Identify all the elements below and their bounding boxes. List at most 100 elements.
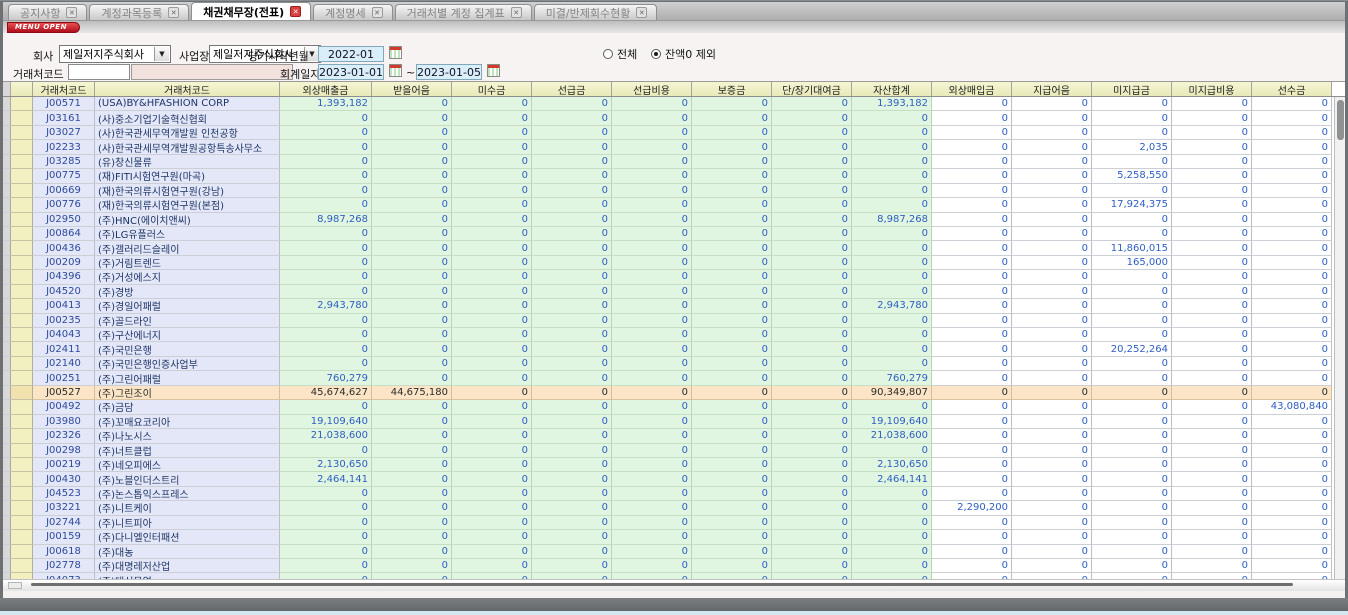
table-row[interactable]: J03980(주)꼬매요코리아19,109,64000000019,109,64… xyxy=(3,415,1334,429)
table-row[interactable]: J03221(주)니트케이000000002,290,2000000 xyxy=(3,501,1334,515)
tab-3[interactable]: 계정명세✕ xyxy=(313,4,392,20)
date-from-input[interactable]: 2023-01-01 xyxy=(318,64,384,80)
table-row[interactable]: J00492(주)금담00000000000043,080,840 xyxy=(3,400,1334,414)
calendar-icon[interactable] xyxy=(389,46,402,59)
row-selector-cell[interactable] xyxy=(11,227,33,241)
row-selector-cell[interactable] xyxy=(11,545,33,559)
table-row[interactable]: J04043(주)구산에너지0000000000000 xyxy=(3,328,1334,342)
tab-4[interactable]: 거래처별 계정 집계표✕ xyxy=(395,4,532,20)
row-selector-cell[interactable] xyxy=(11,458,33,472)
column-header[interactable]: 거래처코드 xyxy=(33,82,95,96)
column-header[interactable]: 선급금 xyxy=(532,82,612,96)
table-row[interactable]: J00413(주)경일어패럴2,943,7800000002,943,78000… xyxy=(3,299,1334,313)
table-row[interactable]: J02744(주)니트피아0000000000000 xyxy=(3,516,1334,530)
column-header[interactable]: 선수금 xyxy=(1252,82,1332,96)
table-row[interactable]: J04396(주)거성에스지0000000000000 xyxy=(3,270,1334,284)
column-header[interactable]: 보증금 xyxy=(692,82,772,96)
row-selector-cell[interactable] xyxy=(11,400,33,414)
row-selector-cell[interactable] xyxy=(11,299,33,313)
row-selector-cell[interactable] xyxy=(11,126,33,140)
row-selector-cell[interactable] xyxy=(11,415,33,429)
column-header[interactable]: 단/장기대여금 xyxy=(772,82,852,96)
column-header[interactable]: 미수금 xyxy=(452,82,532,96)
row-selector-cell[interactable] xyxy=(11,213,33,227)
vendor-code-input[interactable] xyxy=(68,64,130,80)
row-selector-cell[interactable] xyxy=(11,559,33,573)
table-row[interactable]: J00159(주)다니엘인터패션0000000000000 xyxy=(3,530,1334,544)
tab-close-icon[interactable]: ✕ xyxy=(636,7,647,18)
table-row[interactable]: J00669(재)한국의류시험연구원(강남)0000000000000 xyxy=(3,184,1334,198)
period-start-input[interactable]: 2022-01 xyxy=(318,46,384,62)
row-selector-cell[interactable] xyxy=(11,501,33,515)
row-selector-cell[interactable] xyxy=(11,155,33,169)
row-selector-cell[interactable] xyxy=(11,314,33,328)
horizontal-scrollbar[interactable] xyxy=(3,579,1345,591)
table-row[interactable]: J00436(주)갤러리드슬레이000000000011,860,01500 xyxy=(3,241,1334,255)
column-header[interactable]: 외상매입금 xyxy=(932,82,1012,96)
tab-0[interactable]: 공지사항✕ xyxy=(8,4,87,20)
tab-5[interactable]: 미결/반제회수현황✕ xyxy=(534,4,658,20)
table-row[interactable]: J00618(주)대농0000000000000 xyxy=(3,545,1334,559)
table-row[interactable]: J00219(주)네오피에스2,130,6500000002,130,65000… xyxy=(3,458,1334,472)
tab-close-icon[interactable]: ✕ xyxy=(168,7,179,18)
row-selector-cell[interactable] xyxy=(11,444,33,458)
column-header[interactable]: 자산합계 xyxy=(852,82,932,96)
radio-all[interactable]: 전체 xyxy=(603,46,637,62)
row-selector-cell[interactable] xyxy=(11,169,33,183)
table-row[interactable]: J04520(주)경방0000000000000 xyxy=(3,285,1334,299)
calendar-icon[interactable] xyxy=(389,64,402,77)
row-selector-cell[interactable] xyxy=(11,97,33,111)
tab-2[interactable]: 채권채무장(전표)✕ xyxy=(191,2,311,20)
tab-1[interactable]: 계정과목등록✕ xyxy=(89,4,189,20)
table-row[interactable]: J02233(사)한국관세무역개발원공항특송사무소00000000002,035… xyxy=(3,140,1334,154)
row-selector-cell[interactable] xyxy=(11,357,33,371)
calendar-icon[interactable] xyxy=(487,64,500,77)
row-selector-cell[interactable] xyxy=(11,241,33,255)
table-row[interactable]: J00527(주)그린조이45,674,62744,675,1800000090… xyxy=(3,386,1334,400)
table-row[interactable]: J03285(유)창신물류0000000000000 xyxy=(3,155,1334,169)
horizontal-scrollbar-button[interactable] xyxy=(8,582,22,589)
table-row[interactable]: J03027(사)한국관세무역개발원 인천공항0000000000000 xyxy=(3,126,1334,140)
tab-close-icon[interactable]: ✕ xyxy=(511,7,522,18)
table-row[interactable]: J00571(USA)BY&HFASHION CORP1,393,1820000… xyxy=(3,97,1334,111)
column-header[interactable]: 거래처코드 xyxy=(95,82,280,96)
column-header[interactable]: 선급비용 xyxy=(612,82,692,96)
table-row[interactable]: J02326(주)나노시스21,038,60000000021,038,6000… xyxy=(3,429,1334,443)
vertical-scrollbar[interactable] xyxy=(1334,97,1345,579)
column-header[interactable]: 미지급비용 xyxy=(1172,82,1252,96)
table-row[interactable]: J00298(주)너트클럽0000000000000 xyxy=(3,444,1334,458)
row-selector-cell[interactable] xyxy=(11,516,33,530)
company-select[interactable]: 제일저지주식회사 ▼ xyxy=(59,45,171,63)
table-row[interactable]: J00251(주)그린어패럴760,279000000760,27900000 xyxy=(3,371,1334,385)
row-selector-cell[interactable] xyxy=(11,530,33,544)
row-selector-cell[interactable] xyxy=(11,328,33,342)
table-row[interactable]: J02950(주)HNC(에이치앤씨)8,987,2680000008,987,… xyxy=(3,213,1334,227)
table-row[interactable]: J00209(주)거림트렌드0000000000165,00000 xyxy=(3,256,1334,270)
column-header[interactable]: 받을어음 xyxy=(372,82,452,96)
vertical-scrollbar-thumb[interactable] xyxy=(1337,100,1344,140)
row-selector-cell[interactable] xyxy=(11,429,33,443)
row-selector-cell[interactable] xyxy=(11,111,33,125)
column-header[interactable]: 미지급금 xyxy=(1092,82,1172,96)
horizontal-scrollbar-thumb[interactable] xyxy=(31,583,1293,586)
table-row[interactable]: J02778(주)대명레저산업0000000000000 xyxy=(3,559,1334,573)
row-selector-cell[interactable] xyxy=(11,270,33,284)
radio-exclude-zero[interactable]: 잔액0 제외 xyxy=(651,46,716,62)
table-row[interactable]: J00430(주)노블인더스트리2,464,1410000002,464,141… xyxy=(3,472,1334,486)
table-row[interactable]: J00775(재)FITI시험연구원(마곡)00000000005,258,55… xyxy=(3,169,1334,183)
tab-close-icon[interactable]: ✕ xyxy=(66,7,77,18)
row-selector-cell[interactable] xyxy=(11,198,33,212)
column-header[interactable]: 외상매출금 xyxy=(280,82,372,96)
row-selector-cell[interactable] xyxy=(11,285,33,299)
table-row[interactable]: J00864(주)LG유플러스0000000000000 xyxy=(3,227,1334,241)
row-selector-cell[interactable] xyxy=(11,256,33,270)
row-selector-cell[interactable] xyxy=(11,371,33,385)
table-row[interactable]: J03161(사)중소기업기술혁신협회0000000000000 xyxy=(3,111,1334,125)
table-row[interactable]: J02411(주)국민은행000000000020,252,26400 xyxy=(3,342,1334,356)
tab-close-icon[interactable]: ✕ xyxy=(290,6,301,17)
row-selector-cell[interactable] xyxy=(11,487,33,501)
row-selector-cell[interactable] xyxy=(11,342,33,356)
date-to-input[interactable]: 2023-01-05 xyxy=(416,64,482,80)
column-header[interactable]: 지급어음 xyxy=(1012,82,1092,96)
table-row[interactable]: J00776(재)한국의류시험연구원(본점)000000000017,924,3… xyxy=(3,198,1334,212)
